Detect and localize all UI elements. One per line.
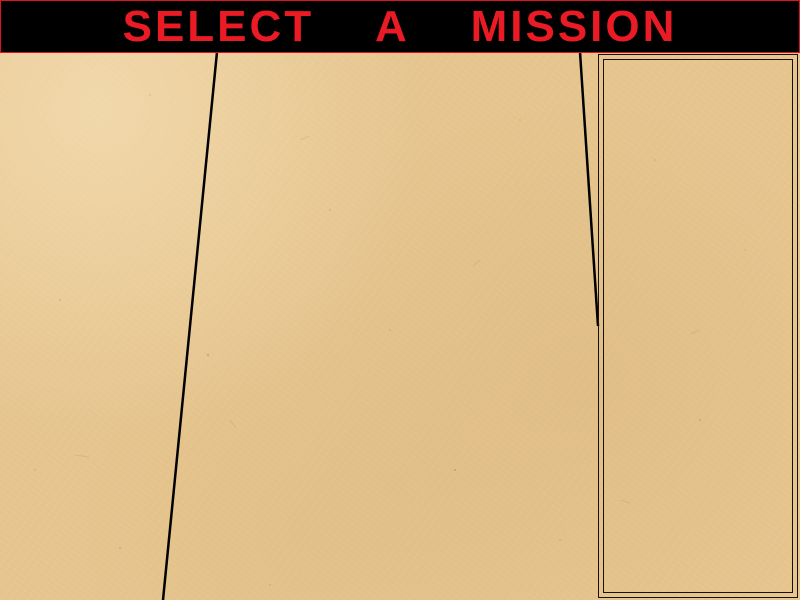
right-region-divider-line xyxy=(578,51,600,327)
mission-list-panel xyxy=(598,54,798,598)
left-region-divider-line xyxy=(161,51,219,600)
title-banner: SELECT A MISSION xyxy=(0,0,800,53)
mission-list-panel-inner-frame xyxy=(603,59,793,593)
mission-select-screen: SELECT A MISSION xyxy=(0,0,800,600)
screen-title: SELECT A MISSION xyxy=(122,2,678,51)
